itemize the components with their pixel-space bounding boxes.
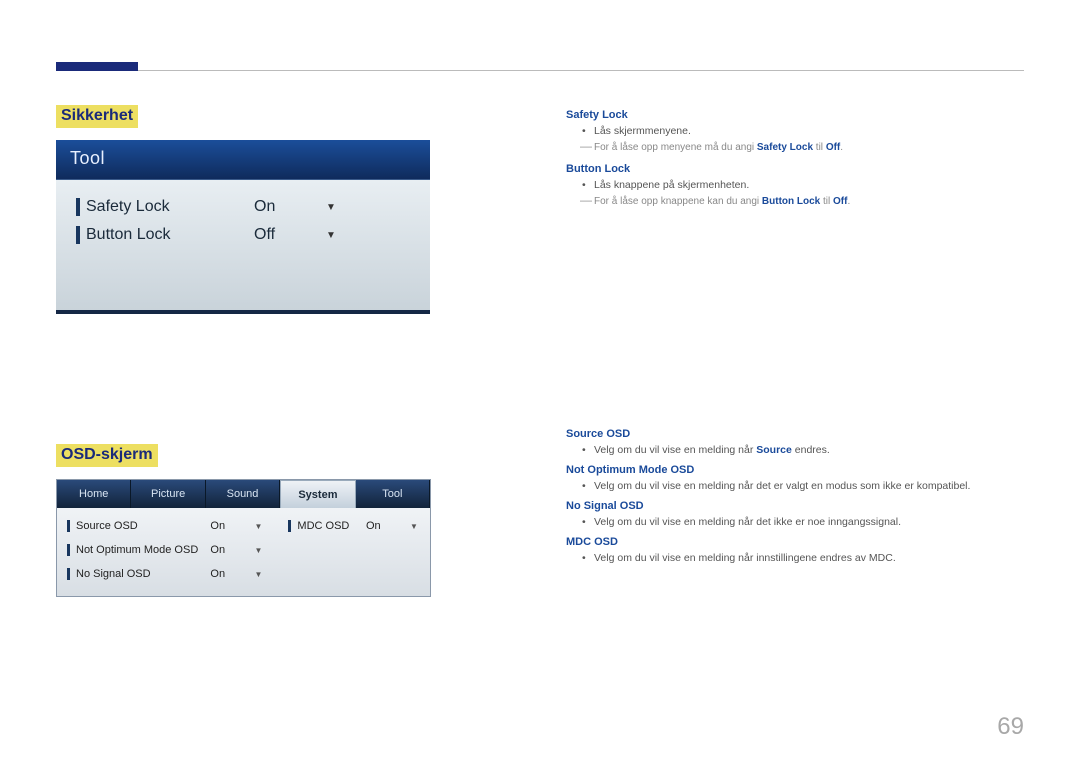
tool-value: On (246, 198, 306, 216)
tool-osd-panel: Tool Safety Lock On ▼ Button Lock Off ▼ (56, 140, 430, 314)
tool-panel-body: Safety Lock On ▼ Button Lock Off ▼ (56, 180, 430, 310)
subheading-source-osd: Source OSD (566, 428, 1024, 440)
heading-sikkerhet: Sikkerhet (56, 105, 138, 128)
tab-tool[interactable]: Tool (356, 480, 430, 508)
note-prefix: For å låse opp menyene må du angi (594, 142, 757, 153)
subheading-no-signal: No Signal OSD (566, 500, 1024, 512)
header-rule (138, 70, 1024, 71)
tool-label: Button Lock (86, 226, 246, 244)
osd-settings-panel: Home Picture Sound System Tool Source OS… (56, 479, 431, 597)
osd-row-not-optimum: Not Optimum Mode OSD On ▼ (67, 538, 264, 562)
osd-row-source: Source OSD On ▼ (67, 514, 264, 538)
bullet-prefix: Velg om du vil vise en melding når (594, 444, 756, 456)
row-marker-icon (67, 520, 70, 532)
osd-row-mdc: MDC OSD On ▼ (288, 514, 420, 538)
subheading-button-lock: Button Lock (566, 163, 1024, 175)
osd-label: Source OSD (76, 520, 210, 532)
osd-right-col: MDC OSD On ▼ (288, 514, 420, 586)
tool-row-safety-lock: Safety Lock On ▼ (76, 198, 410, 216)
note-bold: Button Lock (762, 196, 820, 207)
note-bold: Off (833, 196, 847, 207)
bullet-text: Lås skjermmenyene. (566, 125, 1024, 137)
row-marker-icon (76, 226, 80, 244)
osd-label: MDC OSD (297, 520, 366, 532)
bullet-text: Lås knappene på skjermenheten. (566, 179, 1024, 191)
osd-label: No Signal OSD (76, 568, 210, 580)
bullet-text: Velg om du vil vise en melding når det i… (566, 516, 1024, 528)
osd-left-col: Source OSD On ▼ Not Optimum Mode OSD On … (67, 514, 264, 586)
tab-picture[interactable]: Picture (131, 480, 205, 508)
row-marker-icon (67, 568, 70, 580)
row-marker-icon (67, 544, 70, 556)
osd-body: Source OSD On ▼ Not Optimum Mode OSD On … (57, 508, 430, 596)
tool-value: Off (246, 226, 306, 244)
osd-skjerm-description: Source OSD Velg om du vil vise en meldin… (566, 424, 1024, 564)
tool-row-button-lock: Button Lock Off ▼ (76, 226, 410, 244)
section-sikkerhet: Sikkerhet Tool Safety Lock On ▼ Button L… (56, 105, 514, 314)
bullet-text: Velg om du vil vise en melding når det e… (566, 480, 1024, 492)
osd-value: On (210, 520, 252, 532)
dropdown-icon[interactable]: ▼ (252, 546, 264, 555)
osd-value: On (210, 568, 252, 580)
dropdown-icon[interactable]: ▼ (252, 570, 264, 579)
sikkerhet-description: Safety Lock Lås skjermmenyene. For å lås… (566, 105, 1024, 209)
dropdown-icon[interactable]: ▼ (408, 522, 420, 531)
bullet-text: Velg om du vil vise en melding når Sourc… (566, 444, 1024, 456)
page-number: 69 (997, 713, 1024, 741)
note-text: For å låse opp menyene må du angi Safety… (566, 140, 1024, 155)
note-bold: Safety Lock (757, 142, 813, 153)
dropdown-icon[interactable]: ▼ (324, 200, 338, 214)
tab-sound[interactable]: Sound (206, 480, 280, 508)
tab-system[interactable]: System (280, 480, 355, 508)
note-mid: til (813, 142, 826, 153)
osd-value: On (210, 544, 252, 556)
row-marker-icon (288, 520, 291, 532)
tab-home[interactable]: Home (57, 480, 131, 508)
note-mid: til (820, 196, 833, 207)
note-suffix: . (840, 142, 843, 153)
header-accent-bar (56, 62, 138, 71)
note-text: For å låse opp knappene kan du angi Butt… (566, 194, 1024, 209)
row-marker-icon (76, 198, 80, 216)
note-suffix: . (847, 196, 850, 207)
subheading-mdc-osd: MDC OSD (566, 536, 1024, 548)
dropdown-icon[interactable]: ▼ (324, 228, 338, 242)
bullet-bold: Source (756, 444, 792, 456)
dropdown-icon[interactable]: ▼ (252, 522, 264, 531)
osd-label: Not Optimum Mode OSD (76, 544, 210, 556)
osd-tab-bar: Home Picture Sound System Tool (57, 480, 430, 508)
note-prefix: For å låse opp knappene kan du angi (594, 196, 762, 207)
note-bold: Off (826, 142, 840, 153)
section-osd-skjerm: OSD-skjerm Home Picture Sound System Too… (56, 444, 514, 597)
tool-panel-title: Tool (56, 140, 430, 180)
heading-osd-skjerm: OSD-skjerm (56, 444, 158, 467)
tool-label: Safety Lock (86, 198, 246, 216)
osd-row-no-signal: No Signal OSD On ▼ (67, 562, 264, 586)
subheading-not-optimum: Not Optimum Mode OSD (566, 464, 1024, 476)
subheading-safety-lock: Safety Lock (566, 109, 1024, 121)
bullet-suffix: endres. (792, 444, 830, 456)
osd-value: On (366, 520, 408, 532)
bullet-text: Velg om du vil vise en melding når innst… (566, 552, 1024, 564)
